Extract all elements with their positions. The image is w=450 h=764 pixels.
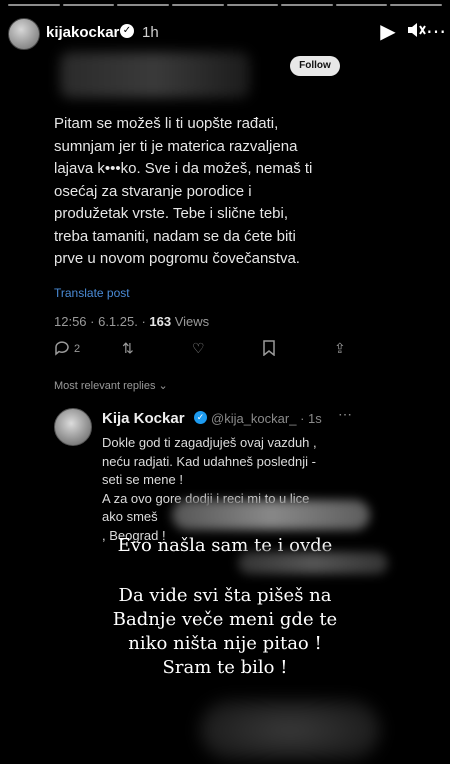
more-icon[interactable]: ⋯ xyxy=(338,406,352,423)
tweet-meta: 12:56 · 6.1.25. · 163 Views xyxy=(54,314,209,329)
overlay-line: Sram te bilo ! xyxy=(162,657,288,678)
redacted-blur xyxy=(172,500,370,530)
views-label: Views xyxy=(171,314,210,329)
comment-icon[interactable] xyxy=(54,340,70,359)
verified-badge-icon: ✓ xyxy=(194,411,207,424)
tweet-timestamp: 12:56 · 6.1.25. · xyxy=(54,314,150,329)
tweet-line: Pitam se možeš li ti uopšte rađati, xyxy=(54,115,279,132)
reply-line: Dokle god ti zagadjuješ ovaj vazduh , xyxy=(102,435,317,450)
tweet-line: osećaj za stvaranje porodice i xyxy=(54,182,252,200)
translate-link[interactable]: Translate post xyxy=(54,286,130,300)
progress-segment xyxy=(281,4,333,6)
progress-segment xyxy=(117,4,169,6)
reply-handle: @kija_kockar_ · 1s xyxy=(211,411,322,426)
follow-button[interactable]: Follow xyxy=(290,56,340,76)
tweet-line: sumnjam jer ti je materica razvaljena xyxy=(54,137,298,155)
reply-avatar[interactable] xyxy=(54,408,92,446)
progress-segment xyxy=(335,4,388,6)
story-time: 1h xyxy=(142,24,159,41)
bookmark-icon[interactable] xyxy=(262,340,276,359)
reply-author-name[interactable]: Kija Kockar xyxy=(102,410,185,427)
story-username[interactable]: kijakockar xyxy=(46,24,119,41)
redacted-blur xyxy=(200,700,380,760)
reply-line: seti se mene ! xyxy=(102,472,183,487)
overlay-line: niko ništa nije pitao ! xyxy=(128,633,322,654)
reply-line: neću radjati. Kad udahneš poslednji - xyxy=(102,453,316,469)
progress-segment xyxy=(62,4,115,6)
progress-segment xyxy=(226,4,279,6)
tweet-actions: 2 ⇅ ♡ ⇪ xyxy=(54,340,350,362)
tweet-text: Pitam se možeš li ti uopšte rađati, sumn… xyxy=(54,113,354,271)
more-icon[interactable]: ⋯ xyxy=(424,20,448,44)
relevant-replies-toggle[interactable]: Most relevant replies ⌄ xyxy=(54,379,168,392)
story-header: kijakockar ✓ 1h ▶ ⋯ xyxy=(0,14,450,50)
verified-badge-icon: ✓ xyxy=(120,24,134,38)
overlay-line: Da vide svi šta pišeš na xyxy=(118,585,332,606)
reply-count: 2 xyxy=(74,343,81,355)
blurred-author xyxy=(60,52,250,98)
tweet-line: produžetak vrste. Tebe i slične tebi, xyxy=(54,205,289,222)
views-count: 163 xyxy=(149,314,172,329)
tweet-line: treba tamaniti, nadam se da ćete biti xyxy=(54,227,296,245)
share-icon[interactable]: ⇪ xyxy=(334,340,346,357)
tweet-line: lajava k•••ko. Sve i da možeš, nemaš ti xyxy=(54,160,313,177)
overlay-line: Badnje veče meni gde te xyxy=(112,609,338,630)
progress-segment xyxy=(8,4,60,6)
story-progress-bar xyxy=(8,4,442,6)
progress-segment xyxy=(171,4,224,6)
avatar[interactable] xyxy=(8,18,40,50)
redacted-blur xyxy=(238,552,388,574)
retweet-icon[interactable]: ⇅ xyxy=(122,340,134,357)
tweet-line: prve u novom pogromu čovečanstva. xyxy=(54,250,300,267)
heart-icon[interactable]: ♡ xyxy=(192,340,205,357)
play-icon[interactable]: ▶ xyxy=(376,20,400,44)
progress-segment xyxy=(390,4,442,6)
